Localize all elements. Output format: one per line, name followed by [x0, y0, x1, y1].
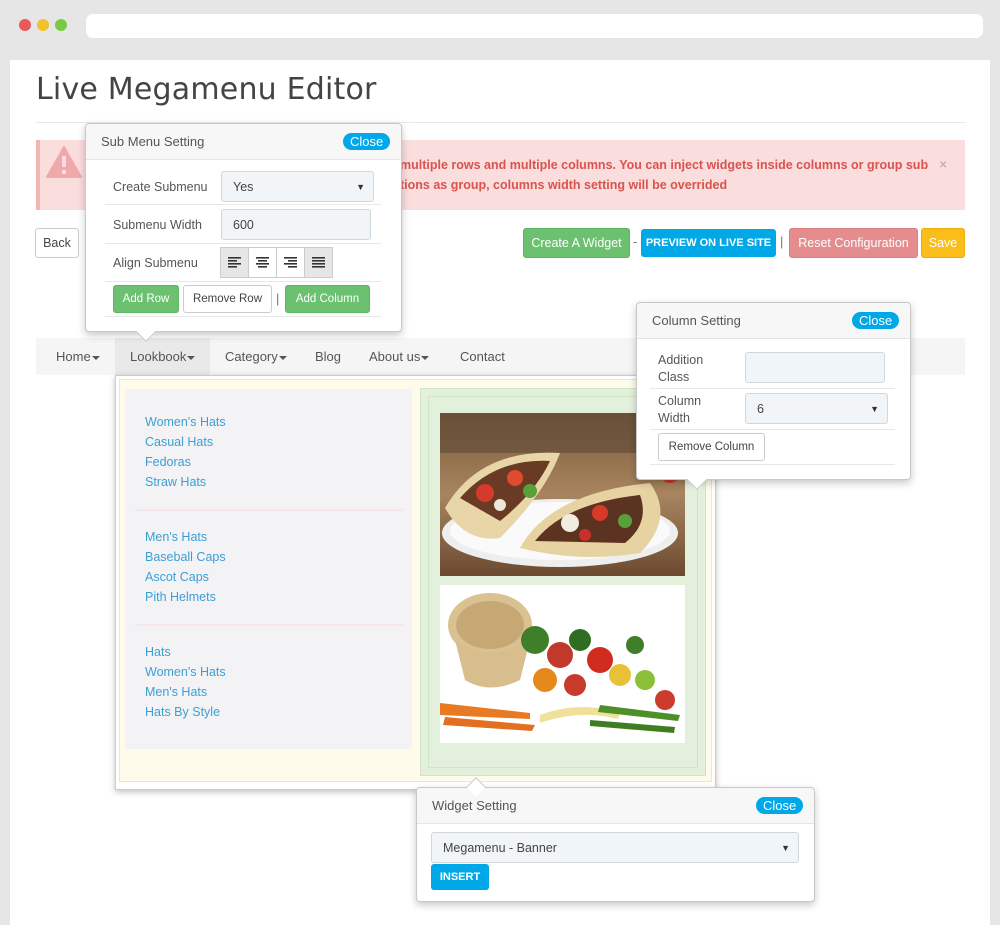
close-button[interactable]: Close [756, 797, 804, 814]
add-row-button[interactable]: Add Row [113, 285, 179, 313]
create-widget-button[interactable]: Create A Widget [523, 228, 630, 258]
button-separator: | [276, 291, 280, 306]
label-line: Width [658, 411, 690, 425]
nav-item-contact[interactable]: Contact [460, 338, 505, 375]
add-column-button[interactable]: Add Column [285, 285, 370, 313]
back-button[interactable]: Back [35, 228, 79, 258]
nav-item-home[interactable]: Home [36, 338, 120, 375]
link-group-divider [135, 509, 403, 511]
widget-select[interactable]: Megamenu - Banner ▼ [431, 832, 799, 863]
row-divider [105, 243, 381, 244]
nav-item-about-us[interactable]: About us [369, 338, 430, 375]
align-justify-button[interactable] [304, 247, 333, 278]
create-submenu-label: Create Submenu [113, 180, 208, 194]
popover-title: Sub Menu Setting [101, 134, 205, 149]
submenu-link[interactable]: Men's Hats [145, 685, 207, 699]
remove-row-button[interactable]: Remove Row [183, 285, 272, 313]
align-center-button[interactable] [248, 247, 277, 278]
submenu-link[interactable]: Straw Hats [145, 475, 206, 489]
chevron-down-icon: ▼ [356, 181, 365, 192]
preview-live-site-button[interactable]: PREVIEW ON LIVE SITE [641, 229, 776, 257]
caret-down-icon [278, 355, 287, 360]
nav-label: About us [369, 349, 421, 364]
remove-column-button[interactable]: Remove Column [658, 433, 765, 461]
close-window-dot[interactable] [19, 19, 31, 31]
select-value: 6 [757, 401, 764, 416]
chevron-down-icon: ▼ [870, 403, 879, 414]
align-justify-icon [312, 257, 325, 268]
nav-label: Contact [460, 349, 505, 364]
align-submenu-label: Align Submenu [113, 256, 198, 270]
row-divider [650, 464, 895, 465]
caret-down-icon [421, 355, 430, 360]
row-divider [650, 388, 895, 389]
submenu-link[interactable]: Women's Hats [145, 415, 226, 429]
row-divider [105, 316, 381, 317]
submenu-link[interactable]: Ascot Caps [145, 570, 209, 584]
select-value: Yes [233, 179, 254, 194]
column-width-select[interactable]: 6 ▼ [745, 393, 888, 424]
align-center-icon [256, 257, 269, 268]
alert-close-icon[interactable]: × [939, 156, 947, 172]
submenu-link[interactable]: Baseball Caps [145, 550, 226, 564]
nav-label: Blog [315, 349, 342, 364]
row-divider [105, 281, 381, 282]
addition-class-input[interactable] [745, 352, 885, 383]
submenu-link[interactable]: Fedoras [145, 455, 191, 469]
reset-configuration-button[interactable]: Reset Configuration [789, 228, 918, 258]
vegetables-banner-image[interactable] [440, 585, 685, 743]
alert-line-1: multiple rows and multiple columns. You … [400, 158, 929, 172]
minimize-window-dot[interactable] [37, 19, 49, 31]
submenu-link[interactable]: Casual Hats [145, 435, 213, 449]
submenu-width-input[interactable]: 600 [221, 209, 371, 240]
align-right-button[interactable] [276, 247, 305, 278]
align-left-button[interactable] [220, 247, 249, 278]
nav-item-blog[interactable]: Blog [315, 338, 341, 375]
submenu-link[interactable]: Women's Hats [145, 665, 226, 679]
submenu-link[interactable]: Hats By Style [145, 705, 220, 719]
caret-down-icon [187, 355, 196, 360]
column-width-label: Column Width [658, 393, 701, 427]
warning-icon [46, 146, 82, 178]
page-title: Live Megamenu Editor [36, 72, 377, 107]
row-divider [650, 429, 895, 430]
row-divider [105, 204, 381, 205]
align-button-group [220, 247, 333, 278]
chevron-down-icon: ▼ [781, 842, 790, 853]
caret-down-icon [91, 355, 100, 360]
link-group-divider [135, 624, 403, 626]
submenu-link[interactable]: Men's Hats [145, 530, 207, 544]
submenu-link[interactable]: Pith Helmets [145, 590, 216, 604]
label-line: Addition [658, 353, 704, 367]
label-line: Column [658, 394, 702, 408]
label-line: Class [658, 370, 690, 384]
alert-message: multiple rows and multiple columns. You … [400, 155, 935, 195]
submenu-width-label: Submenu Width [113, 218, 202, 232]
insert-button[interactable]: INSERT [431, 864, 489, 890]
align-left-icon [228, 257, 241, 268]
submenu-link[interactable]: Hats [145, 645, 171, 659]
create-submenu-select[interactable]: Yes ▼ [221, 171, 374, 202]
close-button[interactable]: Close [343, 133, 391, 150]
nav-label: Home [56, 349, 91, 364]
toolbar-pipe: | [780, 234, 784, 249]
popover-title: Widget Setting [432, 798, 517, 813]
align-right-icon [284, 257, 297, 268]
address-bar[interactable] [86, 14, 983, 38]
save-button[interactable]: Save [921, 228, 965, 258]
nav-item-category[interactable]: Category [225, 338, 287, 375]
alert-line-2: tions as group, columns width setting wi… [400, 178, 728, 192]
addition-class-label: Addition Class [658, 352, 703, 386]
maximize-window-dot[interactable] [55, 19, 67, 31]
select-value: Megamenu - Banner [443, 840, 557, 855]
toolbar-dash: - [633, 234, 638, 249]
nav-item-lookbook[interactable]: Lookbook [115, 338, 210, 375]
nav-label: Lookbook [130, 349, 187, 364]
popover-title: Column Setting [652, 313, 741, 328]
close-button[interactable]: Close [852, 312, 900, 329]
nav-label: Category [225, 349, 278, 364]
